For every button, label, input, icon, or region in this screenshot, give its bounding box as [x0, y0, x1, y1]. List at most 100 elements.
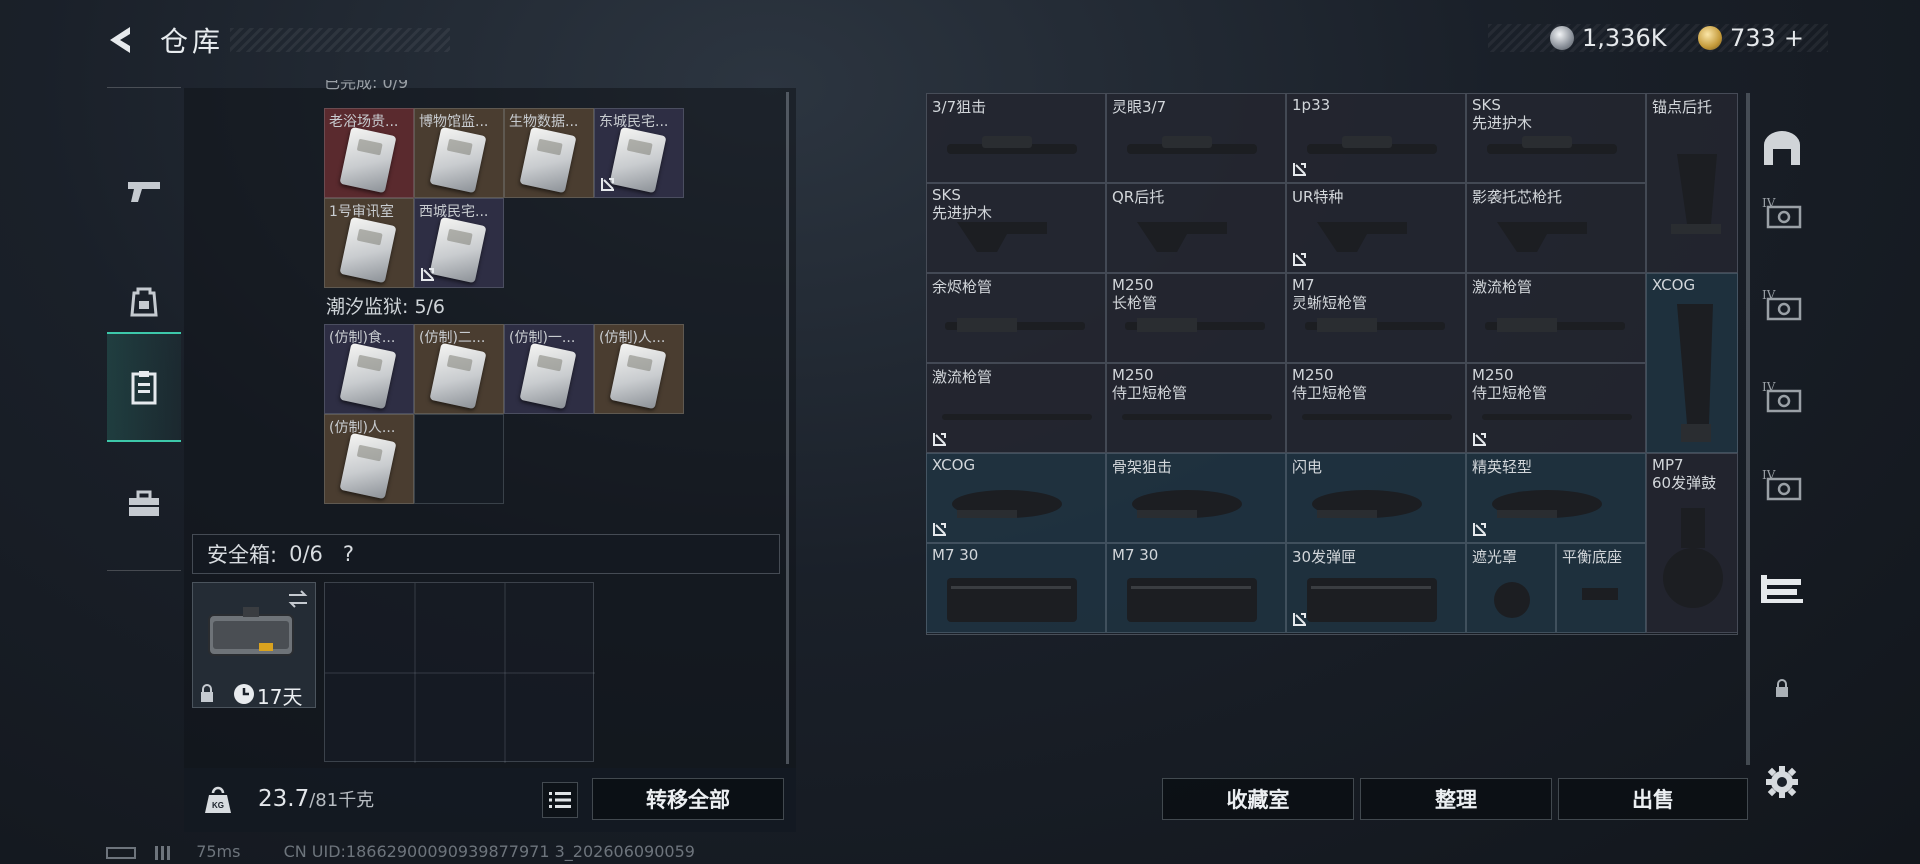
bound-item-icon — [1473, 523, 1486, 536]
bound-item-icon — [933, 433, 946, 446]
stash-item[interactable]: M7 灵蜥短枪管 — [1286, 273, 1466, 363]
stash-page-1[interactable]: IV — [1752, 180, 1812, 244]
stash-item[interactable]: 精英轻型 — [1466, 453, 1646, 543]
key-card-item[interactable]: (仿制)人... — [594, 324, 684, 414]
stash-item[interactable]: XCOG — [926, 453, 1106, 543]
list-view-button[interactable] — [542, 782, 578, 818]
weapon-part-icon — [947, 578, 1077, 622]
key-card-item[interactable]: 西城民宅... — [414, 198, 504, 288]
stash-item[interactable]: SKS 先进护木 — [926, 183, 1106, 273]
item-subname: 先进护木 — [932, 204, 993, 222]
sell-button[interactable]: 出售 — [1558, 778, 1748, 820]
stash-page-weapons[interactable] — [1752, 556, 1812, 620]
key-card-item[interactable]: 生物数据... — [504, 108, 594, 198]
weapon-part-icon — [1127, 136, 1257, 154]
item-label: 西城民宅... — [419, 204, 489, 220]
swap-icon[interactable] — [287, 589, 309, 609]
key-card-item[interactable]: 老浴场贵... — [324, 108, 414, 198]
item-name: 锚点后托 — [1652, 98, 1713, 116]
stash-item[interactable]: M7 30 — [1106, 543, 1286, 633]
item-name: 余烬枪管 — [932, 278, 993, 296]
gold-currency[interactable]: 733 + — [1698, 22, 1804, 54]
stash-item[interactable]: 激流枪管 — [1466, 273, 1646, 363]
item-name: 闪电 — [1292, 458, 1323, 476]
stash-item[interactable]: 激流枪管 — [926, 363, 1106, 453]
stash-item[interactable]: 骨架狙击 — [1106, 453, 1286, 543]
stash-item-small[interactable]: 平衡底座 — [1556, 543, 1646, 633]
item-name: 3/7狙击 — [932, 98, 987, 116]
tab-weapons[interactable] — [107, 137, 181, 247]
safe-case-item[interactable]: 17天 — [192, 582, 316, 709]
ping-value: 75ms — [196, 842, 241, 861]
collection-room-button[interactable]: 收藏室 — [1162, 778, 1354, 820]
item-name: 影袭托芯枪托 — [1472, 188, 1563, 206]
stash-item[interactable]: M250 侍卫短枪管 — [1106, 363, 1286, 453]
stash-item[interactable]: 3/7狙击 — [926, 93, 1106, 183]
gold-amount: 733 — [1730, 24, 1776, 52]
item-label: (仿制)食... — [329, 330, 396, 346]
stash-item-tall[interactable]: 锚点后托 — [1646, 93, 1738, 273]
stash-item[interactable]: M250 长枪管 — [1106, 273, 1286, 363]
key-card-item[interactable]: (仿制)食... — [324, 324, 414, 414]
item-name: M7 30 — [932, 546, 979, 564]
weight-current: 23.7 — [258, 786, 310, 812]
stash-page-2[interactable]: IV — [1752, 272, 1812, 336]
stash-item-small[interactable]: 遮光罩 — [1466, 543, 1556, 633]
tab-items[interactable] — [107, 332, 181, 442]
stash-item[interactable]: UR特种 — [1286, 183, 1466, 273]
item-name: XCOG — [1652, 276, 1696, 294]
item-label: 博物馆监... — [419, 114, 489, 130]
gear-icon — [1766, 766, 1798, 798]
stash-page-3[interactable]: IV — [1752, 364, 1812, 428]
weapon-part-icon — [1127, 578, 1257, 622]
lock-icon — [1776, 679, 1788, 697]
weapon-part-icon — [1132, 490, 1242, 518]
stash-item-tall[interactable]: XCOG — [1646, 273, 1738, 453]
key-card-item[interactable]: (仿制)一... — [504, 324, 594, 414]
item-subname: 长枪管 — [1112, 294, 1158, 312]
back-button[interactable] — [104, 22, 140, 58]
tab-toolbox[interactable] — [107, 449, 181, 559]
key-card-item[interactable]: 博物馆监... — [414, 108, 504, 198]
weapon-part-icon — [1492, 490, 1602, 518]
stash-item[interactable]: M7 30 — [926, 543, 1106, 633]
stash-item-tall[interactable]: MP7 60发弹鼓 — [1646, 453, 1738, 633]
sort-button[interactable]: 整理 — [1360, 778, 1552, 820]
safe-box-bar[interactable]: 安全箱: 0/6 ? — [192, 534, 780, 574]
left-nav — [107, 87, 181, 571]
stash-scrollbar[interactable] — [1746, 93, 1750, 765]
safe-case-icon — [208, 607, 294, 656]
stash-item[interactable]: 闪电 — [1286, 453, 1466, 543]
left-scrollbar[interactable] — [786, 92, 789, 764]
stash-item[interactable]: 30发弹匣 — [1286, 543, 1466, 633]
stash-page-4[interactable]: IV — [1752, 452, 1812, 516]
stash-item[interactable]: SKS 先进护木 — [1466, 93, 1646, 183]
key-card-item[interactable]: 1号审讯室 — [324, 198, 414, 288]
safe-box-grid[interactable] — [324, 582, 595, 763]
stash-item[interactable]: M250 侍卫短枪管 — [1286, 363, 1466, 453]
stash-item[interactable]: 灵眼3/7 — [1106, 93, 1286, 183]
key-card-icon — [519, 342, 577, 410]
stash-item[interactable]: QR后托 — [1106, 183, 1286, 273]
stash-page-locked[interactable] — [1752, 656, 1812, 720]
transfer-all-button[interactable]: 转移全部 — [592, 778, 784, 820]
item-name: XCOG — [932, 456, 976, 474]
item-name: QR后托 — [1112, 188, 1165, 206]
weapon-part-icon — [1497, 222, 1587, 252]
stash-item[interactable]: 1p33 — [1286, 93, 1466, 183]
item-label: 生物数据... — [509, 114, 579, 130]
key-card-item[interactable]: 东城民宅... — [594, 108, 684, 198]
stash-item[interactable]: 影袭托芯枪托 — [1466, 183, 1646, 273]
empty-slot[interactable] — [414, 414, 504, 504]
key-card-item[interactable]: (仿制)二... — [414, 324, 504, 414]
stash-home-tab[interactable] — [1752, 116, 1812, 180]
item-label: (仿制)人... — [599, 330, 666, 346]
item-label: (仿制)一... — [509, 330, 576, 346]
clipboard-icon — [131, 371, 157, 405]
stash-settings[interactable] — [1752, 750, 1812, 814]
key-card-item[interactable]: (仿制)人... — [324, 414, 414, 504]
add-currency-icon[interactable]: + — [1784, 24, 1804, 52]
help-icon[interactable]: ? — [343, 542, 354, 566]
stash-item[interactable]: 余烬枪管 — [926, 273, 1106, 363]
stash-item[interactable]: M250 侍卫短枪管 — [1466, 363, 1646, 453]
